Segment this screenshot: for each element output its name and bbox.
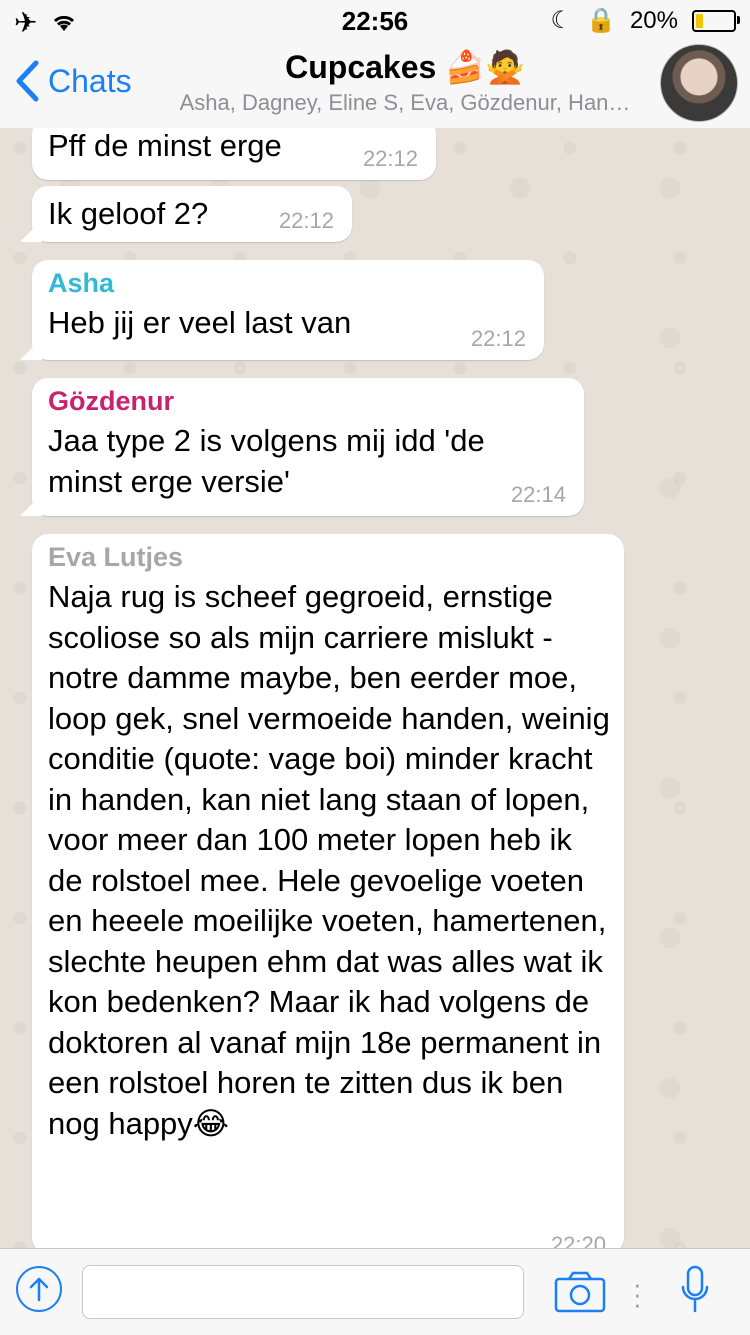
camera-button[interactable] [554,1271,606,1318]
message-time: 22:14 [510,482,566,507]
message-bubble[interactable]: Ik geloof 2? 22:12 [32,186,352,242]
message-time: 22:12 [278,208,334,233]
message-sender: Gözdenur [48,386,174,416]
nav-bar: Chats Cupcakes 🍰🙅 Asha, Dagney, Eline S,… [0,40,750,129]
message-time: 22:12 [362,146,418,171]
moon-icon: ☾ [550,7,573,34]
message-text: Naja rug is scheef gegroeid, ernstige sc… [48,579,610,1141]
mic-icon [681,1265,709,1313]
message-bubble[interactable]: Pff de minst erge 22:12 [32,128,436,180]
battery-icon [692,9,740,32]
back-label: Chats [48,62,132,99]
mic-button[interactable] [680,1265,710,1320]
status-right: ☾ 🔒 20% [550,6,740,35]
message-text: Heb jij er veel last van [48,305,352,340]
message-bubble[interactable]: Eva Lutjes Naja rug is scheef gegroeid, … [32,534,624,1248]
message-input[interactable] [82,1265,524,1319]
camera-icon [554,1271,606,1313]
upload-icon [29,1277,49,1302]
chat-participants: Asha, Dagney, Eline S, Eva, Gözdenur, Ha… [179,90,631,115]
message-bubble[interactable]: Gözdenur Jaa type 2 is volgens mij idd '… [32,378,584,516]
message-sender: Eva Lutjes [48,542,184,572]
input-bar: · · · [0,1248,750,1335]
message-time: 22:12 [470,326,526,351]
chat-area[interactable]: Pff de minst erge 22:12 Ik geloof 2? 22:… [0,128,750,1248]
chevron-left-icon [16,60,39,102]
chat-header[interactable]: Cupcakes 🍰🙅 Asha, Dagney, Eline S, Eva, … [150,48,660,116]
attach-button[interactable] [16,1266,62,1312]
battery-percent: 20% [629,6,678,34]
group-avatar[interactable] [660,44,738,122]
rotation-lock-icon: 🔒 [586,7,616,34]
status-bar: ✈ 22:56 ☾ 🔒 20% [0,0,750,40]
message-time: 22:20 [550,1232,606,1248]
chat-title: Cupcakes 🍰🙅 [285,49,525,85]
back-button[interactable]: Chats [14,60,132,102]
message-sender: Asha [48,268,115,298]
battery-level [696,13,703,28]
message-bubble[interactable]: Asha Heb jij er veel last van 22:12 [32,260,544,360]
message-text: Jaa type 2 is volgens mij idd 'de minst … [48,423,485,499]
more-dots-icon: · · · [633,1269,642,1319]
